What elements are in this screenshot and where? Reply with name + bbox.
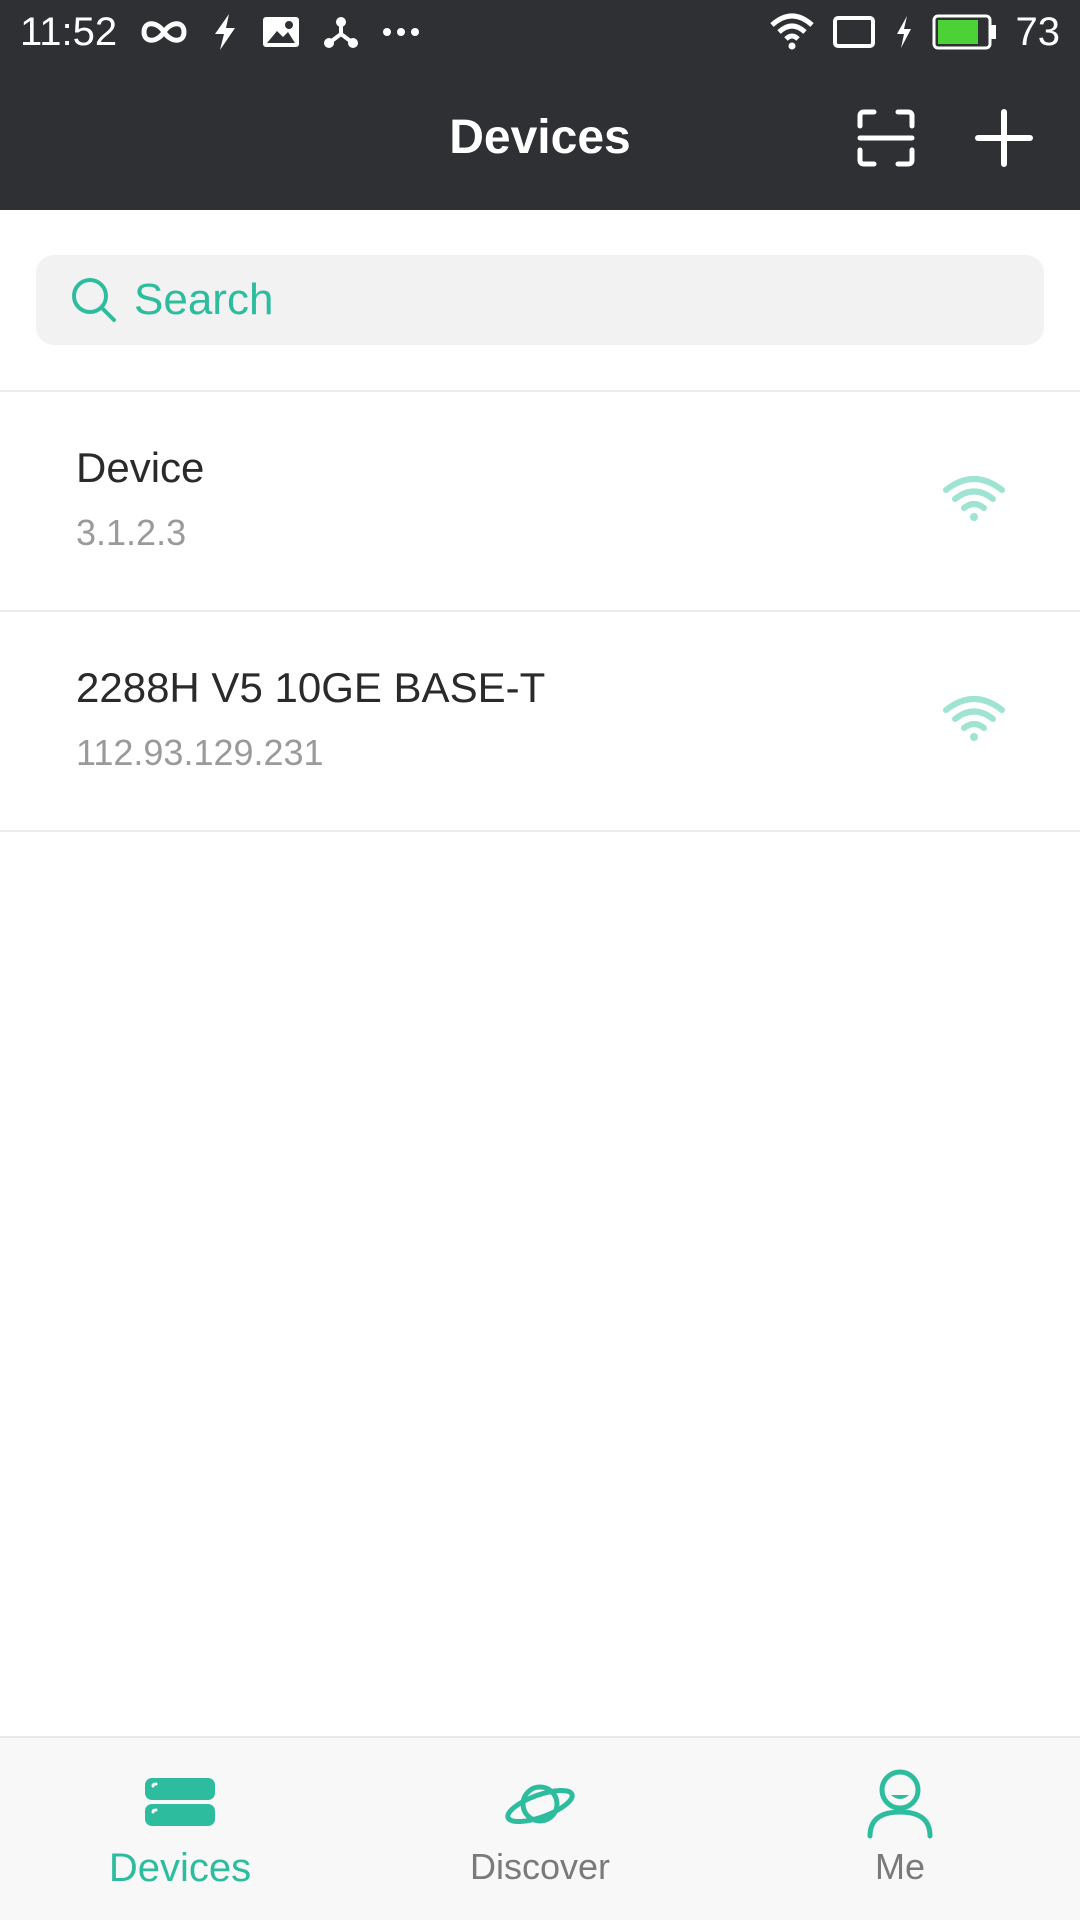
app-bar: Devices [0, 64, 1080, 210]
battery-icon [932, 14, 996, 50]
tab-label: Me [874, 1846, 925, 1887]
divider [0, 830, 1080, 832]
battery-level: 73 [1015, 9, 1061, 54]
charging-icon [896, 16, 911, 48]
bottom-nav: Devices Discover Me [0, 1736, 1080, 1920]
more-dots-icon [383, 28, 420, 36]
wifi-icon [769, 13, 814, 50]
device-name: 2288H V5 10GE BASE-T [76, 664, 546, 711]
status-bar: 11:52 73 [0, 0, 1080, 64]
server-icon [145, 1778, 215, 1826]
share-icon [324, 17, 359, 48]
add-icon[interactable] [974, 108, 1034, 168]
infinity-icon [141, 21, 187, 43]
image-icon [263, 17, 300, 47]
tab-discover[interactable]: Discover [360, 1738, 720, 1920]
device-address: 3.1.2.3 [76, 512, 187, 553]
device-list-item[interactable]: Device 3.1.2.3 [0, 392, 1080, 610]
device-list-item[interactable]: 2288H V5 10GE BASE-T 112.93.129.231 [0, 612, 1080, 830]
page-title: Devices [449, 110, 631, 164]
tab-me[interactable]: Me [720, 1738, 1080, 1920]
search-input[interactable] [134, 275, 1014, 325]
planet-icon [505, 1784, 575, 1825]
search-bar[interactable] [36, 255, 1044, 345]
device-address: 112.93.129.231 [76, 732, 324, 773]
wifi-icon [943, 696, 1005, 741]
search-section [0, 210, 1080, 390]
flash-icon [215, 14, 236, 50]
device-name: Device [76, 444, 205, 491]
scan-icon[interactable] [856, 108, 916, 168]
cast-icon [832, 16, 875, 48]
person-icon [867, 1769, 933, 1839]
tab-label: Discover [469, 1846, 611, 1887]
status-time: 11:52 [20, 9, 118, 54]
wifi-icon [943, 476, 1005, 521]
tab-devices[interactable]: Devices [0, 1738, 360, 1920]
search-icon [72, 278, 116, 322]
tab-label: Devices [108, 1846, 252, 1890]
